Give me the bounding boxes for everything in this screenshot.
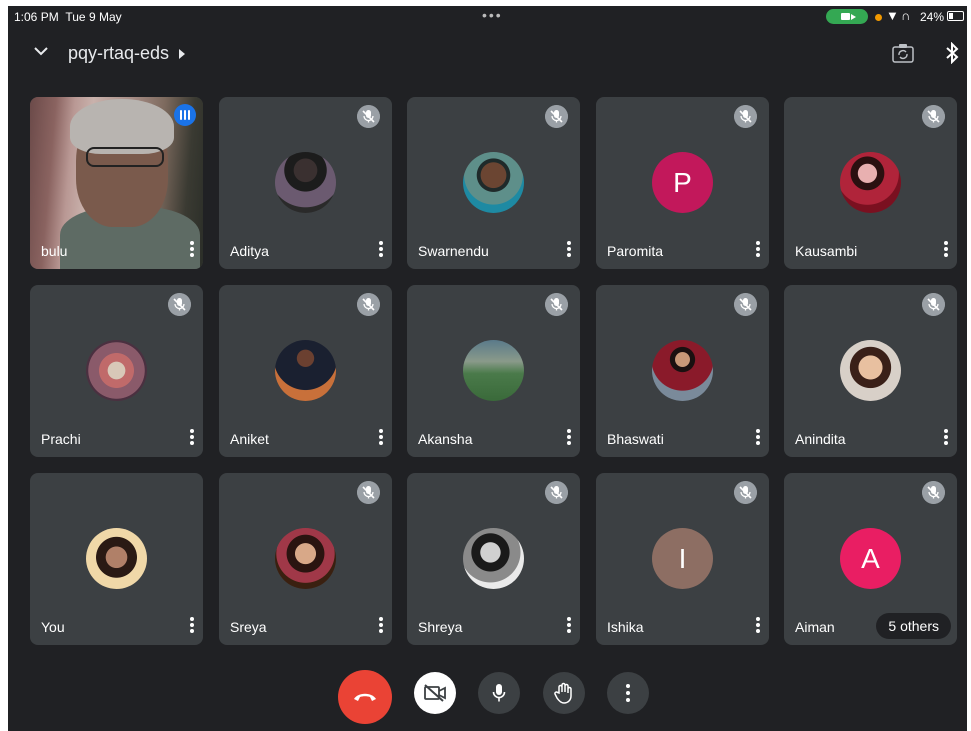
participant-tile-kausambi[interactable]: Kausambi xyxy=(784,97,957,269)
participant-tile-sreya[interactable]: Sreya xyxy=(219,473,392,645)
mic-off-icon xyxy=(734,293,757,316)
avatar xyxy=(463,152,524,213)
participant-tile-bulu[interactable]: bulu xyxy=(30,97,203,269)
avatar xyxy=(86,528,147,589)
avatar: P xyxy=(652,152,713,213)
avatar xyxy=(275,152,336,213)
participant-tile-ishika[interactable]: I Ishika xyxy=(596,473,769,645)
avatar: A xyxy=(840,528,901,589)
more-vert-icon[interactable] xyxy=(185,239,199,261)
headphones-icon: ∩ xyxy=(901,8,911,23)
avatar: I xyxy=(652,528,713,589)
participant-tile-anindita[interactable]: Anindita xyxy=(784,285,957,457)
avatar xyxy=(275,528,336,589)
avatar xyxy=(840,152,901,213)
participant-tile-aniket[interactable]: Aniket xyxy=(219,285,392,457)
phone-hangup-icon xyxy=(354,693,376,701)
mic-off-icon xyxy=(922,293,945,316)
more-vert-icon[interactable] xyxy=(939,427,953,449)
more-vert-icon[interactable] xyxy=(185,427,199,449)
status-time: 1:06 PM Tue 9 May xyxy=(14,10,122,24)
participant-name: Swarnendu xyxy=(418,243,489,259)
mic-off-icon xyxy=(357,105,380,128)
flip-camera-icon[interactable] xyxy=(892,43,914,63)
participant-tile-akansha[interactable]: Akansha xyxy=(407,285,580,457)
participant-tile-prachi[interactable]: Prachi xyxy=(30,285,203,457)
more-vert-icon[interactable] xyxy=(185,615,199,637)
participant-name: Bhaswati xyxy=(607,431,664,447)
more-vert-icon[interactable] xyxy=(374,615,388,637)
avatar xyxy=(463,340,524,401)
more-vert-icon[interactable] xyxy=(562,615,576,637)
chevron-down-icon[interactable] xyxy=(34,44,48,58)
avatar xyxy=(275,340,336,401)
avatar xyxy=(86,340,147,401)
hand-icon xyxy=(554,682,572,704)
participant-name: Aniket xyxy=(230,431,269,447)
participant-tile-shreya[interactable]: Shreya xyxy=(407,473,580,645)
mic-off-icon xyxy=(545,105,568,128)
more-vert-icon[interactable] xyxy=(374,427,388,449)
participant-name: Paromita xyxy=(607,243,664,259)
participant-tile-swarnendu[interactable]: Swarnendu xyxy=(407,97,580,269)
end-call-button[interactable] xyxy=(338,670,392,724)
raise-hand-button[interactable] xyxy=(543,672,585,714)
multitask-dots[interactable]: ••• xyxy=(482,7,503,23)
camera-toggle-button[interactable] xyxy=(414,672,456,714)
wifi-icon: ▼ xyxy=(886,8,899,23)
others-count-button[interactable]: 5 others xyxy=(876,613,951,639)
mic-in-use-icon xyxy=(875,14,882,21)
mic-off-icon xyxy=(545,293,568,316)
mic-icon xyxy=(492,684,506,702)
more-vert-icon[interactable] xyxy=(939,239,953,261)
more-vert-icon[interactable] xyxy=(751,427,765,449)
more-vert-icon[interactable] xyxy=(751,239,765,261)
participant-name: Anindita xyxy=(795,431,846,447)
more-vert-icon xyxy=(626,684,630,702)
mic-off-icon xyxy=(545,481,568,504)
participant-tile-aditya[interactable]: Aditya xyxy=(219,97,392,269)
more-vert-icon[interactable] xyxy=(751,615,765,637)
bluetooth-icon[interactable] xyxy=(945,42,959,64)
caret-right-icon[interactable] xyxy=(179,49,185,59)
participant-tile-you[interactable]: You xyxy=(30,473,203,645)
speaking-indicator-icon xyxy=(174,104,196,126)
participant-tile-aiman[interactable]: A Aiman 5 others xyxy=(784,473,957,645)
participant-name: bulu xyxy=(41,243,68,259)
battery-icon xyxy=(947,11,964,21)
more-vert-icon[interactable] xyxy=(374,239,388,261)
microphone-toggle-button[interactable] xyxy=(478,672,520,714)
meeting-code[interactable]: pqy-rtaq-eds xyxy=(68,43,169,64)
participant-name: Akansha xyxy=(418,431,473,447)
avatar xyxy=(463,528,524,589)
participant-name: Kausambi xyxy=(795,243,858,259)
mic-off-icon xyxy=(168,293,191,316)
status-bar: 1:06 PM Tue 9 May ••• ▼ ∩ 24% xyxy=(8,6,967,28)
avatar xyxy=(652,340,713,401)
participant-name: Prachi xyxy=(41,431,81,447)
participant-name: Sreya xyxy=(230,619,267,635)
participant-name: You xyxy=(41,619,65,635)
mic-off-icon xyxy=(922,105,945,128)
participant-tile-bhaswati[interactable]: Bhaswati xyxy=(596,285,769,457)
battery-percentage: 24% xyxy=(920,10,945,24)
participant-tile-paromita[interactable]: P Paromita xyxy=(596,97,769,269)
more-options-button[interactable] xyxy=(607,672,649,714)
participant-name: Aiman xyxy=(795,619,835,635)
participant-name: Shreya xyxy=(418,619,463,635)
mic-off-icon xyxy=(357,481,380,504)
avatar xyxy=(840,340,901,401)
participant-name: Ishika xyxy=(607,619,644,635)
camera-in-use-icon xyxy=(826,9,868,24)
mic-off-icon xyxy=(734,105,757,128)
more-vert-icon[interactable] xyxy=(562,239,576,261)
mic-off-icon xyxy=(357,293,380,316)
participant-name: Aditya xyxy=(230,243,269,259)
more-vert-icon[interactable] xyxy=(562,427,576,449)
meet-screen: 1:06 PM Tue 9 May ••• ▼ ∩ 24% pqy-rtaq-e… xyxy=(8,6,967,731)
mic-off-icon xyxy=(922,481,945,504)
mic-off-icon xyxy=(734,481,757,504)
camera-off-icon xyxy=(424,684,446,702)
